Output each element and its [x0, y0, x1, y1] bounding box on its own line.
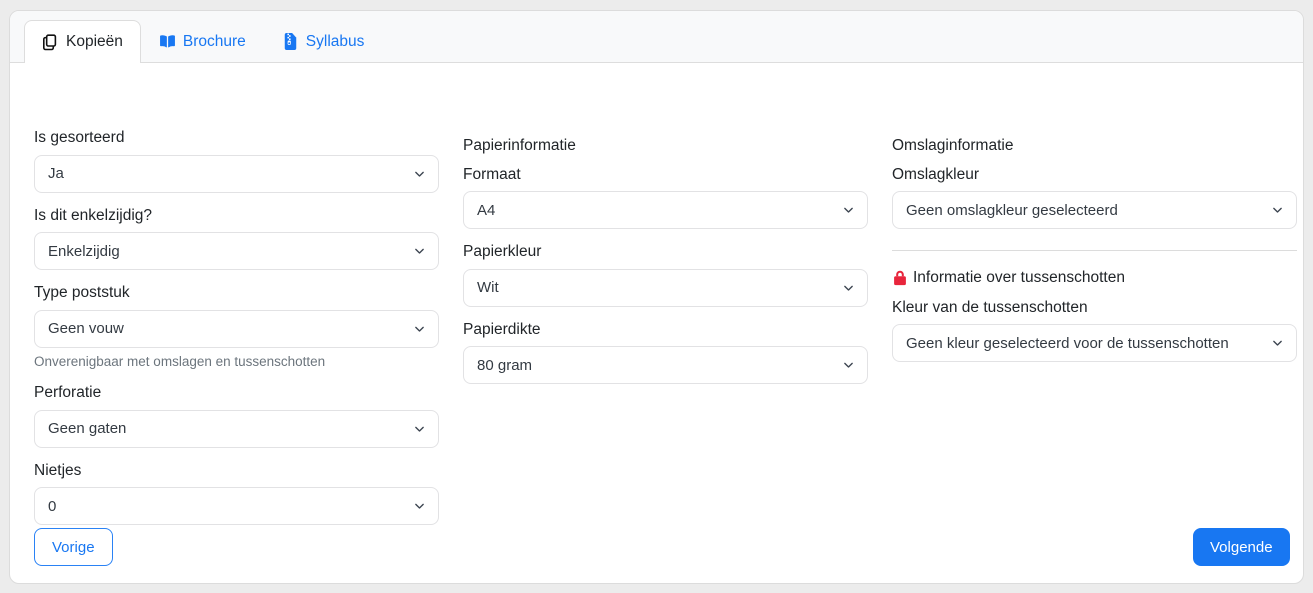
label-formaat: Formaat	[463, 165, 521, 183]
label-kleur-tussenschotten: Kleur van de tussenschotten	[892, 298, 1088, 316]
select-formaat[interactable]: A4	[463, 191, 868, 230]
field-nietjes: Nietjes 0	[34, 462, 439, 526]
select-is-enkelzijdig[interactable]: Enkelzijdig	[34, 232, 439, 271]
chevron-down-icon	[842, 281, 855, 294]
copy-icon	[42, 33, 59, 51]
field-papierdikte: Papierdikte 80 gram	[463, 321, 868, 385]
label-perforatie: Perforatie	[34, 383, 102, 401]
section-title-omslaginformatie: Omslaginformatie	[892, 137, 1014, 154]
chevron-down-icon	[842, 359, 855, 372]
select-type-poststuk-value: Geen vouw	[48, 320, 124, 338]
field-kleur-tussenschotten: Kleur van de tussenschotten Geen kleur g…	[892, 299, 1297, 363]
tab-brochure-label: Brochure	[182, 32, 246, 50]
label-is-enkelzijdig: Is dit enkelzijdig?	[34, 206, 153, 224]
column-print-options: Is gesorteerd Ja Is dit enkelzijdig? Enk…	[34, 129, 439, 539]
select-formaat-value: A4	[477, 201, 496, 219]
chevron-down-icon	[1271, 204, 1284, 217]
chevron-down-icon	[1271, 337, 1284, 350]
select-is-enkelzijdig-value: Enkelzijdig	[48, 242, 120, 260]
select-omslagkleur-value: Geen omslagkleur geselecteerd	[906, 201, 1118, 219]
chevron-down-icon	[413, 422, 426, 435]
field-type-poststuk: Type poststuk Geen vouw Onverenigbaar me…	[34, 284, 439, 370]
tab-kopieen-label: Kopieën	[66, 33, 123, 50]
wizard-card: Kopieën Brochure Syllabus Is gesorteerd …	[9, 10, 1304, 584]
select-papierdikte-value: 80 gram	[477, 356, 533, 374]
chevron-down-icon	[413, 322, 426, 335]
label-papierkleur: Papierkleur	[463, 243, 542, 261]
select-papierkleur[interactable]: Wit	[463, 268, 868, 307]
tab-kopieen[interactable]: Kopieën	[24, 20, 141, 63]
previous-button[interactable]: Vorige	[34, 528, 113, 566]
lock-icon	[892, 270, 907, 286]
section-divider	[892, 250, 1297, 252]
select-kleur-tussenschotten[interactable]: Geen kleur geselecteerd voor de tussensc…	[892, 324, 1297, 363]
column-paper-info: Papierinformatie Formaat A4 Papierkleur …	[463, 137, 868, 398]
field-perforatie: Perforatie Geen gaten	[34, 384, 439, 448]
tab-syllabus[interactable]: Syllabus	[264, 20, 383, 62]
next-button[interactable]: Volgende	[1193, 528, 1290, 566]
select-omslagkleur[interactable]: Geen omslagkleur geselecteerd	[892, 191, 1297, 230]
tab-bar: Kopieën Brochure Syllabus	[10, 11, 1303, 63]
field-omslagkleur: Omslagkleur Geen omslagkleur geselecteer…	[892, 166, 1297, 230]
tab-panel-kopieen: Is gesorteerd Ja Is dit enkelzijdig? Enk…	[10, 63, 1303, 583]
helper-type-poststuk: Onverenigbaar met omslagen en tussenscho…	[34, 353, 326, 369]
tab-brochure[interactable]: Brochure	[141, 20, 264, 62]
select-nietjes[interactable]: 0	[34, 487, 439, 526]
select-perforatie[interactable]: Geen gaten	[34, 409, 439, 448]
label-type-poststuk: Type poststuk	[34, 284, 130, 302]
book-open-icon	[159, 33, 176, 50]
tab-syllabus-label: Syllabus	[305, 32, 365, 50]
label-papierdikte: Papierdikte	[463, 320, 541, 338]
field-formaat: Formaat A4	[463, 166, 868, 230]
chevron-down-icon	[842, 204, 855, 217]
label-nietjes: Nietjes	[34, 461, 82, 479]
select-nietjes-value: 0	[48, 497, 57, 515]
section-title-tussenschotten: Informatie over tussenschotten	[892, 269, 1297, 288]
select-papierkleur-value: Wit	[477, 279, 499, 297]
label-is-gesorteerd: Is gesorteerd	[34, 129, 125, 146]
chevron-down-icon	[413, 245, 426, 258]
select-is-gesorteerd-value: Ja	[48, 165, 64, 183]
select-papierdikte[interactable]: 80 gram	[463, 346, 868, 385]
select-type-poststuk[interactable]: Geen vouw	[34, 309, 439, 348]
select-kleur-tussenschotten-value: Geen kleur geselecteerd voor de tussensc…	[906, 334, 1229, 352]
select-perforatie-value: Geen gaten	[48, 420, 127, 438]
file-zipper-icon	[282, 33, 299, 50]
field-is-gesorteerd: Is gesorteerd Ja	[34, 129, 439, 193]
chevron-down-icon	[413, 167, 426, 180]
section-title-tussenschotten-label: Informatie over tussenschotten	[913, 269, 1125, 287]
field-papierkleur: Papierkleur Wit	[463, 243, 868, 307]
field-is-enkelzijdig: Is dit enkelzijdig? Enkelzijdig	[34, 207, 439, 271]
label-omslagkleur: Omslagkleur	[892, 165, 979, 183]
chevron-down-icon	[413, 500, 426, 513]
section-title-papierinformatie: Papierinformatie	[463, 137, 576, 154]
column-cover-info: Omslaginformatie Omslagkleur Geen omslag…	[892, 137, 1297, 376]
select-is-gesorteerd[interactable]: Ja	[34, 154, 439, 193]
